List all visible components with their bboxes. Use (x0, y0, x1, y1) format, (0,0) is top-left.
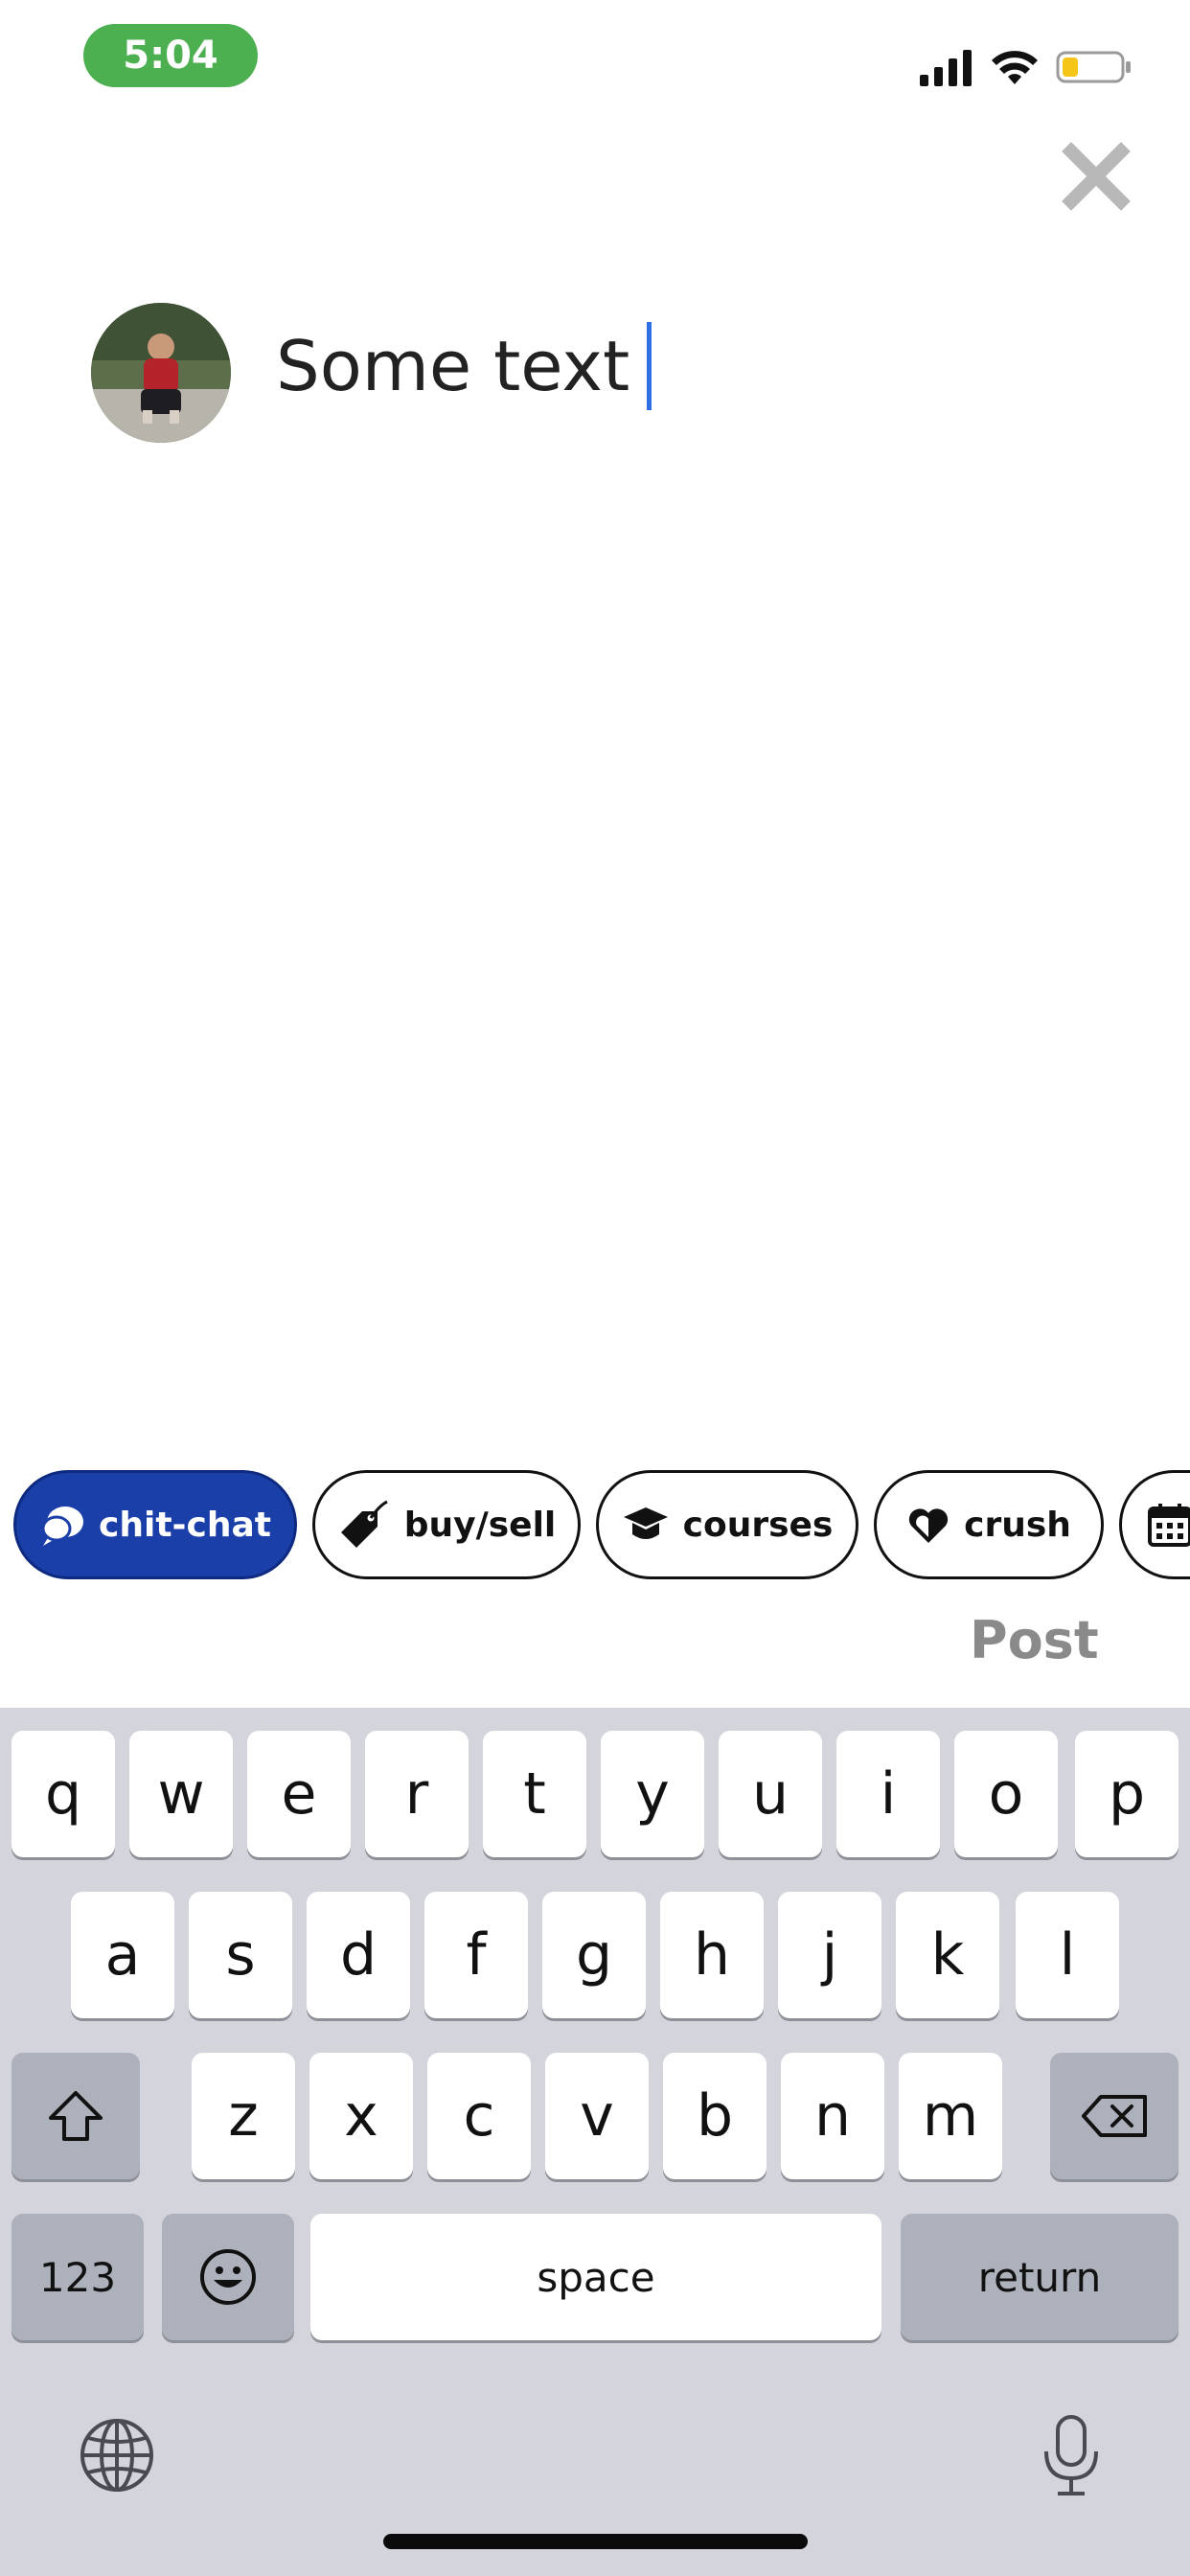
microphone-icon[interactable] (1041, 2413, 1102, 2499)
key-z[interactable]: z (192, 2053, 295, 2179)
key-u[interactable]: u (719, 1731, 822, 1857)
category-courses[interactable]: courses (596, 1470, 858, 1579)
close-icon[interactable] (1062, 142, 1131, 211)
key-v[interactable]: v (545, 2053, 649, 2179)
category-chit-chat[interactable]: chit-chat (13, 1470, 297, 1579)
key-h[interactable]: h (660, 1892, 764, 2018)
emoji-icon (200, 2249, 256, 2305)
key-a[interactable]: a (71, 1892, 174, 2018)
wifi-icon (992, 51, 1038, 84)
key-q[interactable]: q (11, 1731, 115, 1857)
key-t[interactable]: t (483, 1731, 586, 1857)
key-p[interactable]: p (1075, 1731, 1179, 1857)
post-text-value: Some text (276, 326, 630, 406)
home-indicator (383, 2534, 808, 2549)
category-selector: chit-chat buy/sell courses crush (13, 1470, 1190, 1579)
key-x[interactable]: x (309, 2053, 413, 2179)
cellular-signal-icon (920, 50, 972, 86)
key-r[interactable]: r (365, 1731, 469, 1857)
status-time: 5:04 (83, 24, 258, 87)
delete-key[interactable] (1050, 2053, 1179, 2179)
globe-icon[interactable] (79, 2417, 155, 2494)
category-label: buy/sell (403, 1505, 557, 1545)
key-m[interactable]: m (899, 2053, 1002, 2179)
key-g[interactable]: g (542, 1892, 646, 2018)
key-l[interactable]: l (1016, 1892, 1119, 2018)
key-c[interactable]: c (427, 2053, 531, 2179)
key-n[interactable]: n (781, 2053, 884, 2179)
category-label: courses (682, 1505, 834, 1545)
key-f[interactable]: f (424, 1892, 528, 2018)
text-caret (647, 322, 652, 410)
category-crush[interactable]: crush (874, 1470, 1104, 1579)
key-j[interactable]: j (778, 1892, 881, 2018)
key-k[interactable]: k (896, 1892, 999, 2018)
space-key[interactable]: space (310, 2214, 881, 2340)
post-text-input[interactable]: Some text (276, 318, 652, 414)
category-label: crush (964, 1505, 1071, 1545)
key-d[interactable]: d (307, 1892, 410, 2018)
backspace-icon (1082, 2095, 1147, 2137)
keyboard: q w e r t y u i o p a s d f g h j k l z … (0, 1708, 1190, 2576)
key-s[interactable]: s (189, 1892, 292, 2018)
heart-icon (909, 1508, 949, 1543)
key-y[interactable]: y (601, 1731, 704, 1857)
shift-icon (49, 2091, 103, 2141)
chat-bubbles-icon (41, 1506, 84, 1546)
emoji-key[interactable] (162, 2214, 294, 2340)
key-o[interactable]: o (954, 1731, 1058, 1857)
key-e[interactable]: e (247, 1731, 351, 1857)
graduation-cap-icon (623, 1507, 668, 1539)
category-buy-sell[interactable]: buy/sell (312, 1470, 581, 1579)
avatar (91, 303, 231, 443)
key-b[interactable]: b (663, 2053, 767, 2179)
category-label: chit-chat (99, 1505, 271, 1545)
category-events[interactable] (1119, 1470, 1190, 1579)
key-i[interactable]: i (836, 1731, 940, 1857)
numbers-key[interactable]: 123 (11, 2214, 144, 2340)
shift-key[interactable] (11, 2053, 140, 2179)
price-tag-icon (340, 1500, 388, 1548)
calendar-icon (1148, 1504, 1190, 1547)
return-key[interactable]: return (901, 2214, 1179, 2340)
post-button[interactable]: Post (970, 1610, 1099, 1670)
status-icons (920, 38, 1133, 96)
key-w[interactable]: w (129, 1731, 233, 1857)
battery-icon (1056, 51, 1131, 83)
